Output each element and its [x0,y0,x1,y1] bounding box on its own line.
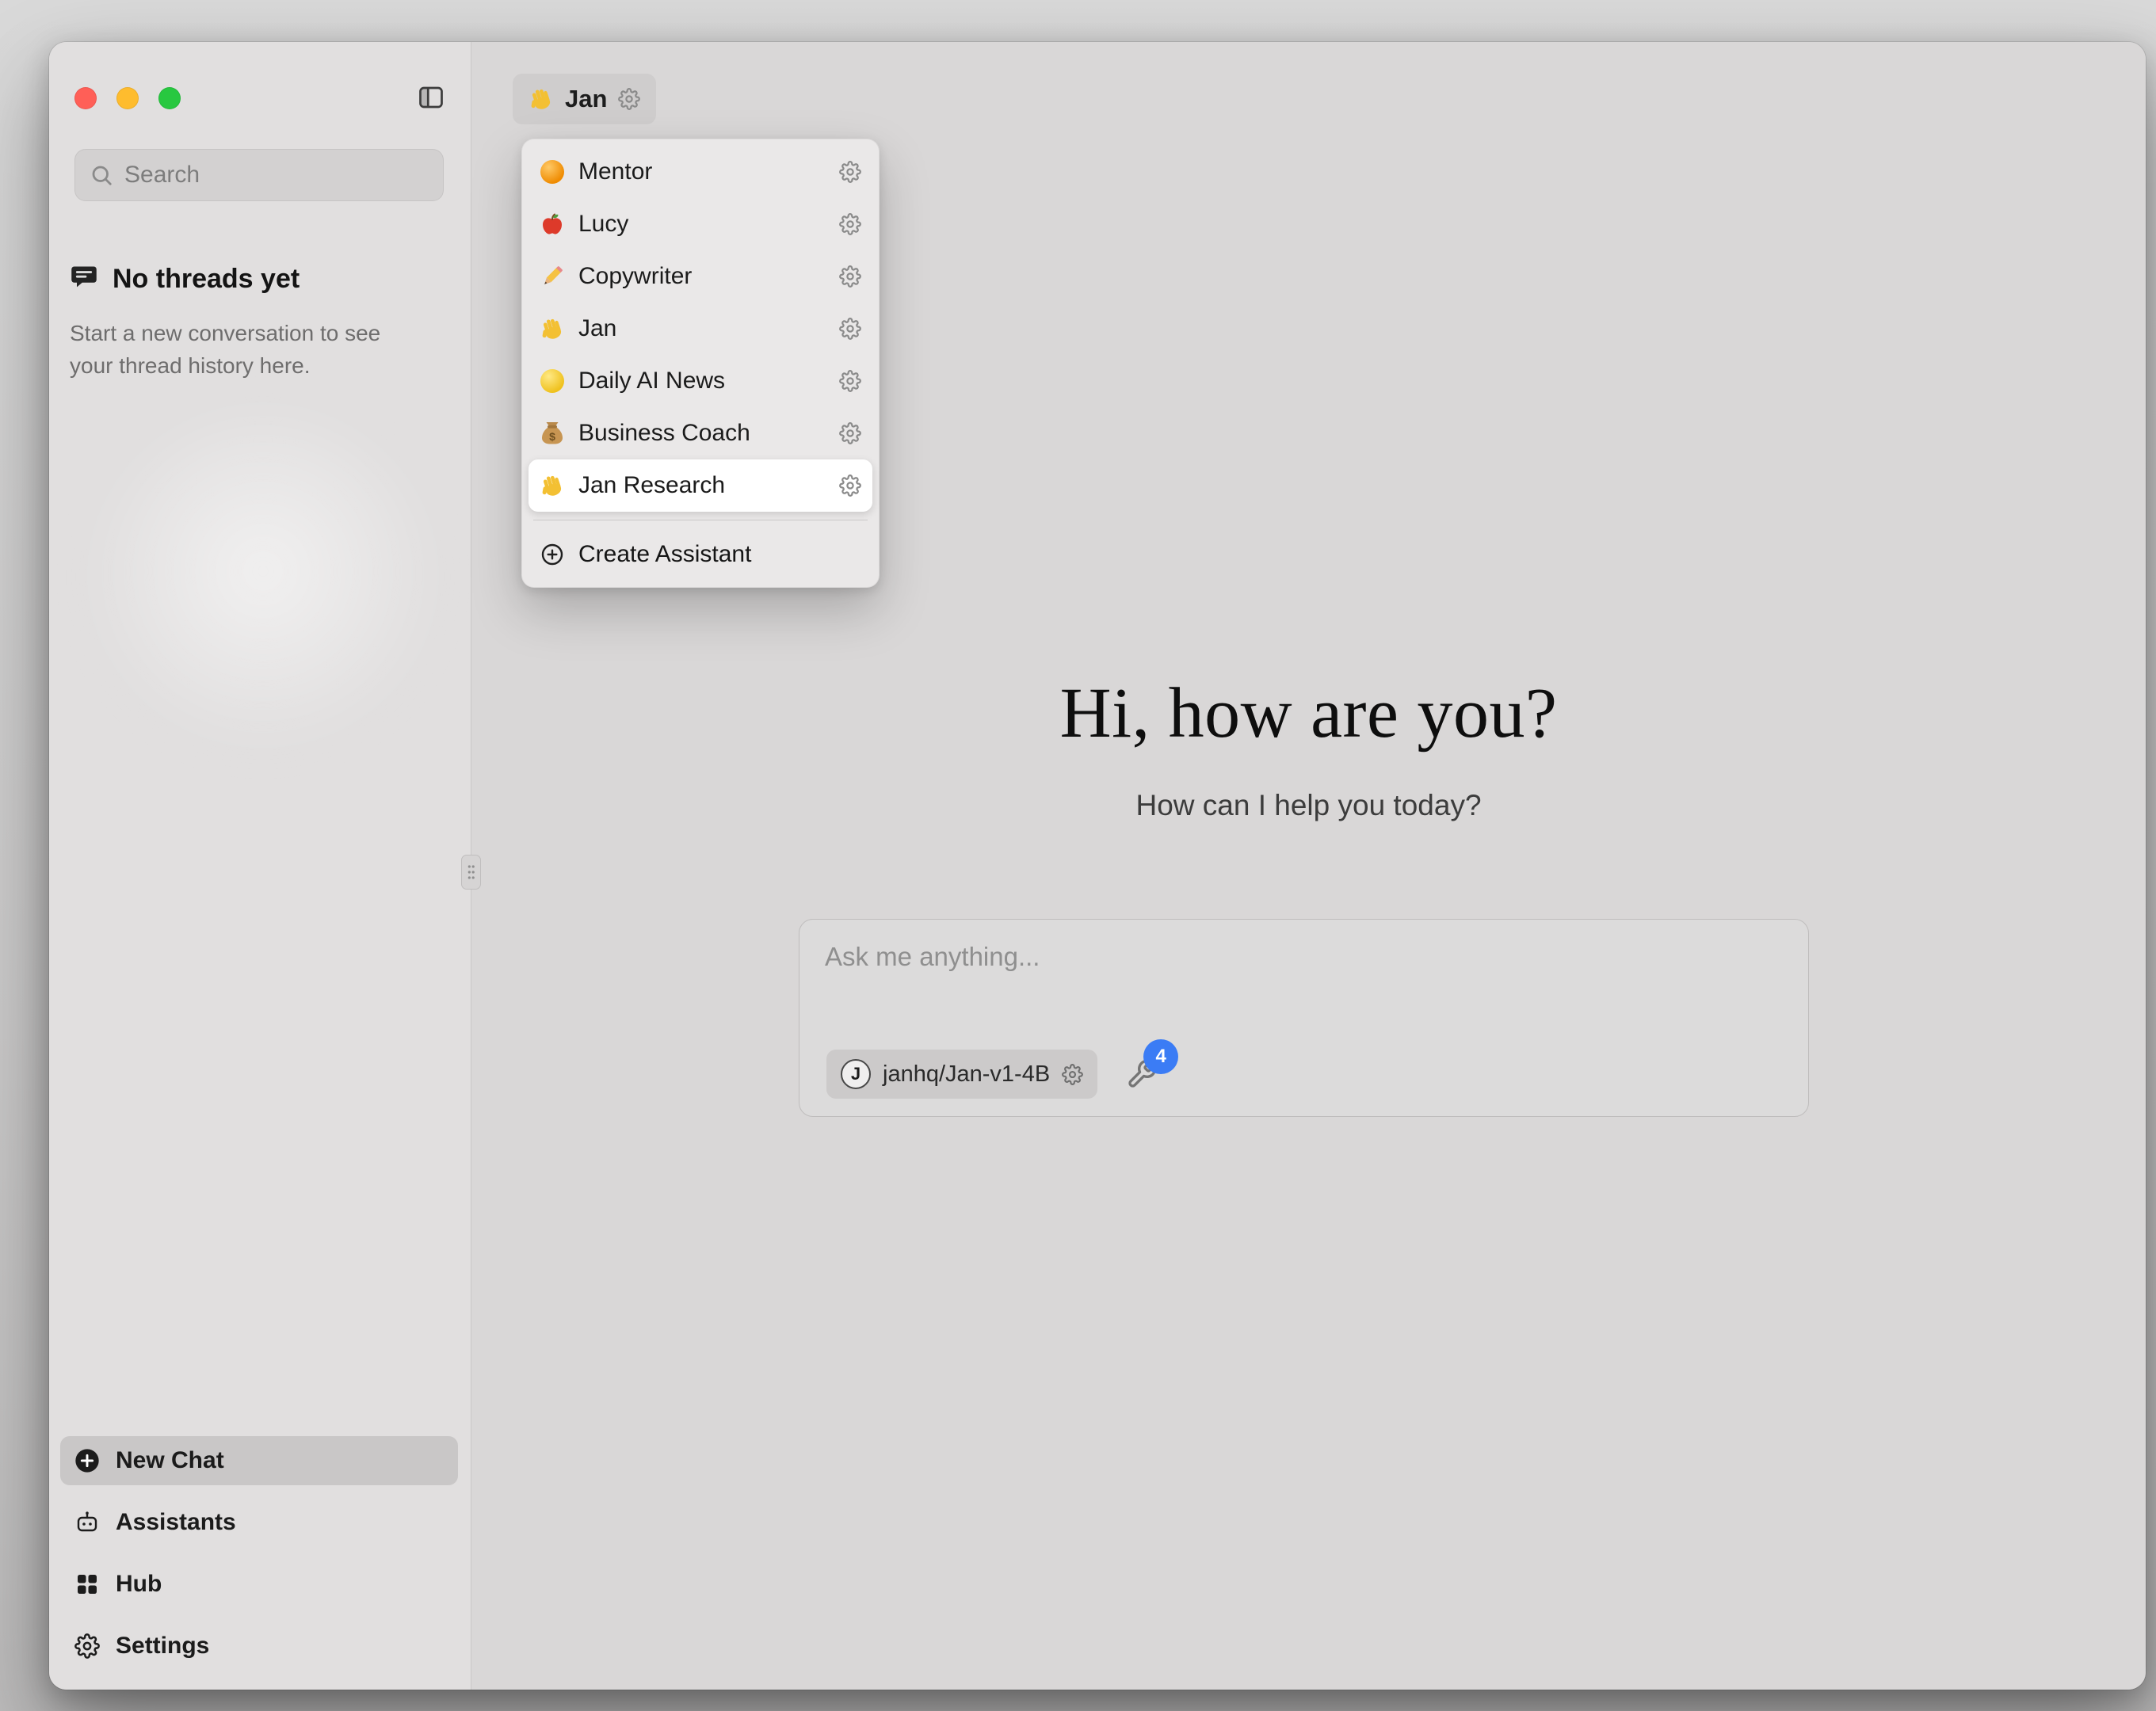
sidebar-item-label: New Chat [116,1447,224,1474]
menu-item-mentor[interactable]: Mentor [529,146,872,198]
greeting-title: Hi, how are you? [471,673,2146,754]
pencil-emoji [540,264,565,289]
model-selector[interactable]: J janhq/Jan-v1-4B [826,1050,1097,1099]
menu-item-lucy[interactable]: Lucy [529,198,872,250]
gear-icon[interactable] [839,161,861,183]
create-assistant-label: Create Assistant [578,541,751,568]
menu-item-label: Copywriter [578,263,826,290]
wave-hand-emoji [540,473,565,498]
tools-button[interactable]: 4 [1124,1057,1159,1092]
sidebar: No threads yet Start a new conversation … [49,42,471,1690]
sidebar-item-label: Assistants [116,1509,236,1536]
plus-circle-outline-icon [540,542,565,567]
menu-item-label: Lucy [578,211,826,238]
empty-state-description: Start a new conversation to see your thr… [70,318,415,382]
background-glow [89,414,437,763]
menu-item-copywriter[interactable]: Copywriter [529,250,872,303]
model-settings-gear-icon[interactable] [1062,1064,1083,1085]
gear-icon[interactable] [839,474,861,497]
message-input[interactable] [799,920,1808,1013]
main-area: Jan Mentor Lucy [471,42,2146,1690]
assistants-robot-icon [74,1510,100,1535]
assistant-selector-label: Jan [565,85,607,113]
assistant-settings-gear-icon[interactable] [618,88,640,110]
empty-state-title: No threads yet [113,264,300,295]
gear-icon[interactable] [839,213,861,235]
gear-icon[interactable] [839,265,861,288]
orange-circle-emoji [540,159,565,185]
plus-circle-filled-icon [74,1448,100,1473]
svg-text:$: $ [549,430,555,443]
menu-item-business-coach[interactable]: $ Business Coach [529,407,872,459]
minimize-window-button[interactable] [116,87,139,109]
menu-item-daily-ai-news[interactable]: Daily AI News [529,355,872,407]
grip-dots-icon [466,863,476,882]
sidebar-resize-handle[interactable] [461,855,481,890]
gear-icon [74,1633,100,1659]
yellow-circle-emoji [540,368,565,394]
model-name: janhq/Jan-v1-4B [883,1061,1050,1088]
money-bag-emoji: $ [540,421,565,446]
menu-item-label: Business Coach [578,420,826,447]
menu-item-jan-research[interactable]: Jan Research [529,459,872,512]
composer: J janhq/Jan-v1-4B 4 [799,919,1809,1117]
zoom-window-button[interactable] [158,87,181,109]
app-window: No threads yet Start a new conversation … [49,42,2146,1690]
sidebar-item-label: Hub [116,1571,162,1598]
sidebar-item-new-chat[interactable]: New Chat [60,1436,458,1485]
model-avatar: J [841,1059,871,1089]
close-window-button[interactable] [74,87,97,109]
sidebar-toggle-button[interactable] [415,82,447,113]
create-assistant-button[interactable]: Create Assistant [529,528,872,581]
gear-icon[interactable] [839,370,861,392]
menu-item-label: Jan [578,315,826,342]
sidebar-item-settings[interactable]: Settings [60,1621,458,1671]
chat-bubble-icon [70,263,98,292]
menu-item-label: Jan Research [578,472,826,499]
composer-toolbar: J janhq/Jan-v1-4B 4 [826,1050,1159,1099]
search-icon [90,163,113,187]
assistant-menu: Mentor Lucy [521,139,880,588]
sidebar-item-label: Settings [116,1633,209,1660]
menu-item-label: Daily AI News [578,368,826,394]
search-box[interactable] [74,149,444,201]
menu-item-label: Mentor [578,158,826,185]
hub-grid-icon [74,1572,100,1597]
wave-hand-icon [529,86,554,112]
red-apple-emoji [540,211,565,237]
assistant-selector[interactable]: Jan [513,74,656,124]
sidebar-panel-icon [417,83,445,112]
gear-icon[interactable] [839,318,861,340]
greeting-subtitle: How can I help you today? [471,789,2146,822]
tools-count-badge: 4 [1143,1039,1178,1074]
gear-icon[interactable] [839,422,861,444]
sidebar-item-assistants[interactable]: Assistants [60,1498,458,1547]
search-input[interactable] [124,162,429,189]
wave-hand-emoji [540,316,565,341]
sidebar-item-hub[interactable]: Hub [60,1560,458,1609]
menu-item-jan[interactable]: Jan [529,303,872,355]
greeting: Hi, how are you? How can I help you toda… [471,673,2146,822]
